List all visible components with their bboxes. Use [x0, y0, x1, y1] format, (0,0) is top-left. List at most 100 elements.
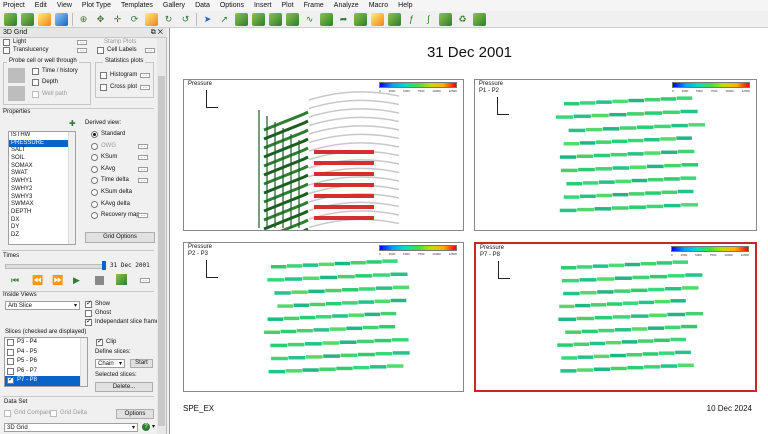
derived-view-radio[interactable]	[91, 177, 98, 185]
slice-checkbox[interactable]	[7, 375, 14, 385]
derived-view-radio[interactable]	[91, 131, 98, 138]
stop-icon[interactable]	[95, 276, 104, 285]
derived-view-radio[interactable]	[91, 142, 98, 150]
property-item[interactable]: PRESSURE	[9, 139, 75, 148]
panel-menu-chevron-icon[interactable]: ▾	[152, 423, 155, 430]
probe-icon[interactable]	[235, 12, 248, 26]
arrow-icon[interactable]: ➦	[337, 13, 350, 26]
slice-checkbox[interactable]	[7, 358, 14, 365]
new-frame-icon[interactable]	[4, 12, 17, 26]
grid-icon[interactable]	[252, 12, 265, 26]
translate-icon[interactable]: ✥	[94, 13, 107, 26]
translucency-options-button[interactable]: …	[77, 48, 87, 53]
independent-frames-checkbox[interactable]	[85, 317, 92, 326]
slice-item[interactable]: P5 - P6	[5, 357, 87, 367]
export-icon[interactable]	[473, 12, 486, 26]
slices-scrollbar[interactable]	[80, 338, 87, 386]
cell-labels-options-button[interactable]: …	[145, 48, 155, 53]
panel-scrollbar[interactable]	[157, 38, 166, 434]
rotate-icon[interactable]: ⟳	[128, 13, 141, 26]
menu-item[interactable]: Gallery	[163, 2, 185, 9]
grid-delta-checkbox[interactable]	[50, 410, 57, 417]
contour-icon[interactable]	[269, 12, 282, 26]
chart-icon[interactable]	[388, 12, 401, 26]
menu-item[interactable]: Frame	[304, 2, 324, 9]
property-item[interactable]: SWHY1	[9, 178, 75, 186]
translucency-checkbox[interactable]	[3, 47, 10, 54]
menu-item[interactable]: Insert	[254, 2, 272, 9]
slice-checkbox[interactable]	[7, 348, 14, 356]
ghost-checkbox[interactable]	[85, 310, 92, 317]
cross-plot-options-button[interactable]: …	[140, 85, 150, 90]
plot-canvas[interactable]: 31 Dec 2001 Pressure 0 2500 5000 7500 10000 12…	[169, 28, 768, 434]
slice-item[interactable]: P3 - P4	[5, 338, 87, 348]
time-slider-handle[interactable]	[102, 261, 106, 270]
function-icon[interactable]: ƒ	[405, 13, 418, 26]
derived-view-radio[interactable]	[91, 212, 98, 220]
menu-item[interactable]: Help	[398, 2, 412, 9]
menu-item[interactable]: Analyze	[334, 2, 359, 9]
menu-item[interactable]: Project	[3, 2, 25, 9]
depth-checkbox[interactable]	[32, 79, 39, 86]
derived-view-radio[interactable]	[91, 189, 98, 196]
derived-view-radio[interactable]	[91, 165, 98, 173]
open-layout-icon[interactable]	[21, 12, 34, 26]
options-button[interactable]: Options	[116, 409, 154, 419]
slice-item[interactable]: P7 - P8	[5, 375, 87, 386]
histogram-options-button[interactable]: …	[140, 73, 150, 78]
properties-list[interactable]: ISTHW PRESSURE SALT SOIL SOMAX SWAT SWHY1 SWHY2…	[8, 131, 76, 245]
previous-frame-icon[interactable]: ⏪	[32, 275, 43, 286]
adjust-pointer-icon[interactable]: ➚	[218, 13, 231, 26]
slice-item[interactable]: P6 - P7	[5, 367, 87, 377]
menu-item[interactable]: View	[57, 2, 72, 9]
histogram-checkbox[interactable]	[100, 72, 107, 79]
save-icon[interactable]	[55, 12, 68, 26]
property-item[interactable]: SWHY3	[9, 194, 75, 202]
menu-item[interactable]: Options	[220, 2, 244, 9]
menu-item[interactable]: Templates	[121, 2, 153, 9]
light-options-button[interactable]: …	[77, 40, 87, 45]
menu-item[interactable]: Macro	[369, 2, 388, 9]
property-item[interactable]: DX	[9, 217, 75, 225]
derived-view-options-button[interactable]: …	[138, 213, 148, 219]
light-checkbox[interactable]	[3, 39, 10, 46]
time-options-button[interactable]: …	[140, 278, 150, 283]
first-frame-icon[interactable]: ⏮	[11, 275, 19, 286]
inside-view-mode-select[interactable]: Arb Slice	[5, 301, 80, 310]
derived-view-options-button[interactable]: …	[138, 166, 148, 172]
select-pointer-icon[interactable]: ➤	[201, 13, 214, 26]
slice-checkbox[interactable]	[7, 339, 14, 346]
menu-item[interactable]: Plot	[282, 2, 294, 9]
show-checkbox[interactable]	[85, 299, 92, 308]
property-item[interactable]: DY	[9, 224, 75, 232]
property-item[interactable]: SWAT	[9, 170, 75, 178]
derived-view-radio[interactable]	[91, 200, 98, 208]
time-slider-track[interactable]	[5, 264, 106, 269]
grid-options-button[interactable]: Grid Options	[85, 232, 155, 243]
panel-scrollbar-thumb[interactable]	[158, 76, 165, 426]
property-item[interactable]: SOMAX	[9, 163, 75, 171]
menu-item[interactable]: Plot Type	[82, 2, 111, 9]
image-icon[interactable]	[354, 12, 367, 26]
slice-checkbox[interactable]	[7, 367, 14, 375]
help-icon[interactable]: ?	[142, 423, 150, 431]
define-slices-select[interactable]: Chain	[95, 359, 125, 368]
frame-view-3[interactable]: Pressure P2 - P3 0 2500 5000 7500 10000 12500	[183, 242, 464, 392]
panel-type-select[interactable]: 3D Grid	[4, 423, 138, 432]
time-history-checkbox[interactable]	[32, 68, 39, 75]
properties-scrollbar[interactable]	[68, 132, 75, 244]
menu-item[interactable]: Data	[195, 2, 210, 9]
cross-plot-checkbox[interactable]	[100, 84, 107, 91]
frame-view-1[interactable]: Pressure 0 2500 5000 7500 10000 12500	[183, 79, 464, 231]
play-icon[interactable]: ▶	[73, 275, 80, 286]
probe-well-icon[interactable]	[8, 86, 25, 101]
derived-view-options-button[interactable]: …	[138, 155, 148, 161]
property-item[interactable]: SALT	[9, 147, 75, 155]
property-item[interactable]: DEPTH	[9, 209, 75, 217]
slices-list[interactable]: P3 - P4 P4 - P5 P5 - P6 P6 - P7 P7 - P8	[4, 337, 88, 387]
zoom-icon[interactable]: ⊕	[77, 13, 90, 26]
next-frame-icon[interactable]: ⏩	[52, 275, 63, 286]
streamtrace-icon[interactable]: ∿	[303, 13, 316, 26]
reset-view-icon[interactable]: ↺	[179, 13, 192, 26]
clip-checkbox[interactable]	[96, 337, 103, 346]
